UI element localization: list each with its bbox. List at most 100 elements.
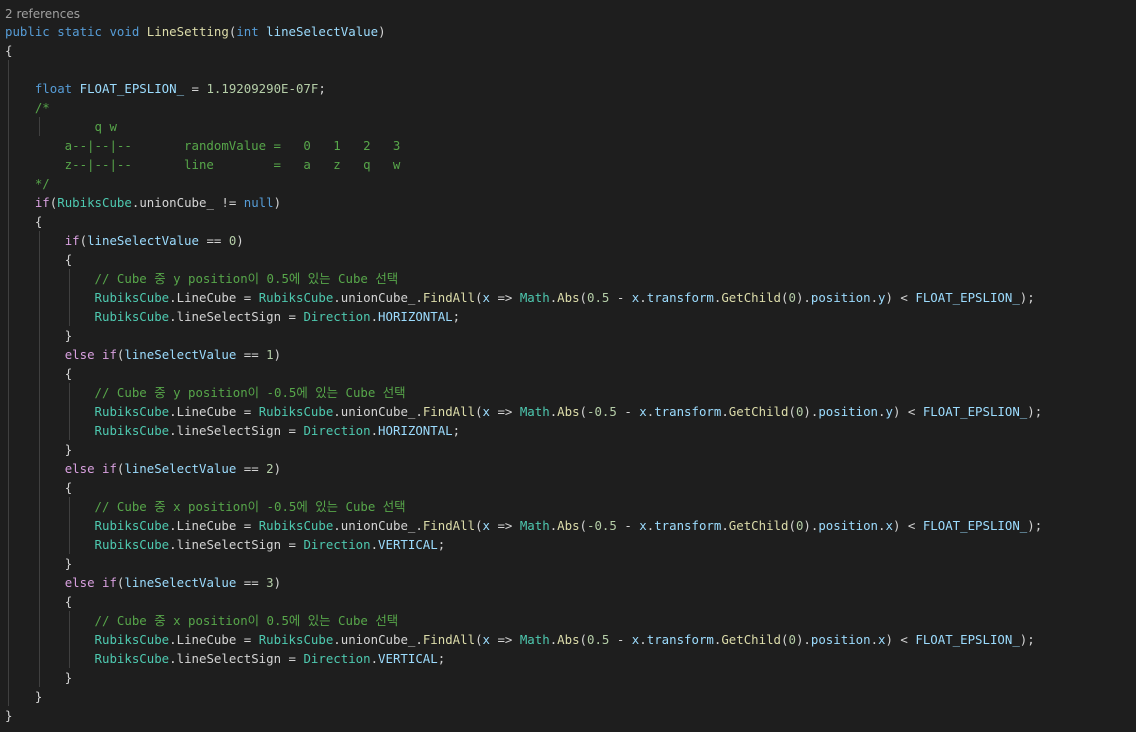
- indent-guide: [8, 687, 9, 706]
- code-token: LineSetting: [146, 24, 229, 39]
- code-token: .: [169, 309, 177, 324]
- code-line[interactable]: public static void LineSetting(int lineS…: [5, 22, 1130, 41]
- code-token: (: [579, 518, 588, 533]
- code-line[interactable]: {: [5, 41, 1130, 60]
- code-line[interactable]: }: [5, 687, 1130, 706]
- indent-guide: [8, 193, 9, 212]
- code-line[interactable]: z--|--|-- line = a z q w: [5, 155, 1130, 174]
- indent-guide: [69, 535, 71, 554]
- code-line[interactable]: {: [5, 212, 1130, 231]
- code-token: x: [482, 518, 490, 533]
- code-line[interactable]: {: [5, 364, 1130, 383]
- code-token: ;: [437, 537, 446, 552]
- code-line[interactable]: RubiksCube.LineCube = RubiksCube.unionCu…: [5, 516, 1130, 535]
- code-token: Direction: [303, 309, 371, 324]
- code-line[interactable]: q w: [5, 117, 1130, 136]
- indent-guide: [38, 478, 40, 497]
- code-token: Abs: [557, 290, 580, 305]
- code-token: z--|--|-- line = a z q w: [34, 157, 401, 172]
- codelens-references[interactable]: 2 references: [5, 6, 80, 23]
- indent-guide: [8, 326, 9, 345]
- code-line[interactable]: if(RubiksCube.unionCube_ != null): [5, 193, 1130, 212]
- code-token: x: [482, 290, 490, 305]
- indent-guide: [38, 535, 40, 554]
- code-token: .: [169, 404, 177, 419]
- code-line[interactable]: else if(lineSelectValue == 3): [5, 573, 1130, 592]
- code-token: .: [333, 518, 341, 533]
- indent-guide: [38, 117, 40, 136]
- code-token: LineCube: [176, 632, 237, 647]
- code-token: unionCube_: [340, 290, 416, 305]
- code-line[interactable]: if(lineSelectValue == 0): [5, 231, 1130, 250]
- indent-guide: [8, 250, 9, 269]
- code-token: position: [810, 632, 871, 647]
- code-line[interactable]: }: [5, 554, 1130, 573]
- code-line[interactable]: }: [5, 440, 1130, 459]
- code-line[interactable]: RubiksCube.lineSelectSign = Direction.HO…: [5, 307, 1130, 326]
- code-line[interactable]: a--|--|-- randomValue = 0 1 2 3: [5, 136, 1130, 155]
- code-token: =: [281, 309, 304, 324]
- code-token: .: [415, 632, 423, 647]
- code-token: FLOAT_EPSLION_: [915, 632, 1020, 647]
- code-line[interactable]: float FLOAT_EPSLION_ = 1.19209290E-07F;: [5, 79, 1130, 98]
- code-line[interactable]: // Cube 중 y position이 -0.5에 있는 Cube 선택: [5, 383, 1130, 402]
- code-token: /*: [34, 100, 50, 115]
- code-line[interactable]: {: [5, 478, 1130, 497]
- indent-guide: [8, 611, 9, 630]
- indent-guide: [38, 307, 40, 326]
- code-token: ).: [795, 632, 811, 647]
- code-token: -0.5: [587, 518, 617, 533]
- code-line[interactable]: else if(lineSelectValue == 2): [5, 459, 1130, 478]
- code-token: {: [64, 366, 73, 381]
- code-token: (: [79, 233, 88, 248]
- code-token: 3: [266, 575, 274, 590]
- indent-guide: [69, 383, 71, 402]
- code-editor[interactable]: 2 references public static void LineSett…: [0, 0, 1136, 732]
- code-line[interactable]: {: [5, 250, 1130, 269]
- indent-guide: [8, 649, 9, 668]
- code-token: RubiksCube: [94, 651, 170, 666]
- code-token: GetChild: [721, 632, 782, 647]
- indent-guide: [8, 174, 9, 193]
- code-line[interactable]: /*: [5, 98, 1130, 117]
- code-token: y: [885, 404, 893, 419]
- code-line[interactable]: }: [5, 326, 1130, 345]
- code-line[interactable]: // Cube 중 x position이 -0.5에 있는 Cube 선택: [5, 497, 1130, 516]
- code-line[interactable]: // Cube 중 x position이 0.5에 있는 Cube 선택: [5, 611, 1130, 630]
- code-line[interactable]: else if(lineSelectValue == 1): [5, 345, 1130, 364]
- code-line[interactable]: RubiksCube.LineCube = RubiksCube.unionCu…: [5, 630, 1130, 649]
- code-token: GetChild: [721, 290, 782, 305]
- code-line[interactable]: */: [5, 174, 1130, 193]
- indent-guide: [38, 345, 40, 364]
- code-token: .: [333, 290, 341, 305]
- code-line[interactable]: RubiksCube.lineSelectSign = Direction.VE…: [5, 535, 1130, 554]
- code-area[interactable]: public static void LineSetting (int lineS…: [5, 22, 1130, 725]
- code-token: lineSelectValue: [124, 575, 237, 590]
- code-line[interactable]: RubiksCube.LineCube = RubiksCube.unionCu…: [5, 402, 1130, 421]
- code-line[interactable]: }: [5, 706, 1130, 725]
- code-line[interactable]: }: [5, 668, 1130, 687]
- indent-guide: [8, 630, 9, 649]
- indent-guide: [38, 611, 40, 630]
- code-line[interactable]: [5, 60, 1130, 79]
- code-line[interactable]: RubiksCube.LineCube = RubiksCube.unionCu…: [5, 288, 1130, 307]
- code-token: RubiksCube: [258, 404, 334, 419]
- code-token: (: [788, 404, 796, 419]
- code-token: -: [609, 632, 632, 647]
- code-line[interactable]: // Cube 중 y position이 0.5에 있는 Cube 선택: [5, 269, 1130, 288]
- code-token: .: [333, 632, 341, 647]
- indent-guide: [8, 497, 9, 516]
- indent-guide: [8, 535, 9, 554]
- code-token: Direction: [303, 651, 371, 666]
- code-token: unionCube_: [340, 518, 416, 533]
- code-line[interactable]: RubiksCube.lineSelectSign = Direction.VE…: [5, 649, 1130, 668]
- code-line[interactable]: RubiksCube.lineSelectSign = Direction.HO…: [5, 421, 1130, 440]
- code-line[interactable]: {: [5, 592, 1130, 611]
- indent-guide: [8, 136, 9, 155]
- code-token: RubiksCube: [258, 632, 334, 647]
